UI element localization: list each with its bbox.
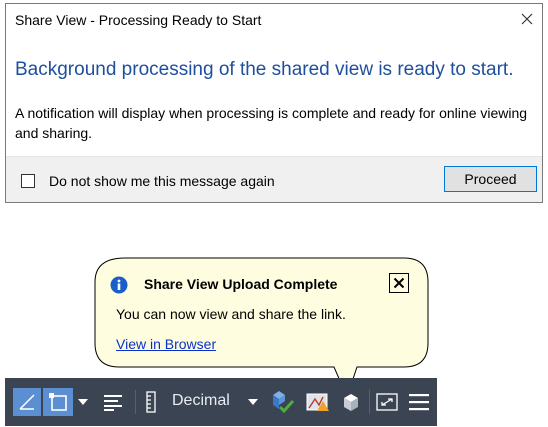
chevron-down-icon[interactable] xyxy=(75,388,91,416)
ortho-icon[interactable] xyxy=(13,388,41,416)
quick-properties-icon[interactable] xyxy=(267,388,297,416)
balloon-message: You can now view and share the link. xyxy=(116,306,346,322)
chevron-down-icon[interactable] xyxy=(245,388,261,416)
view-in-browser-link[interactable]: View in Browser xyxy=(116,336,216,352)
menu-icon[interactable] xyxy=(405,388,433,416)
status-separator xyxy=(369,390,370,414)
info-icon xyxy=(110,276,128,294)
fullscreen-icon[interactable] xyxy=(373,388,401,416)
annotation-monitor-icon[interactable] xyxy=(303,388,333,416)
status-bar: Decimal xyxy=(5,378,437,426)
lineweight-icon[interactable] xyxy=(99,388,127,416)
ruler-icon[interactable] xyxy=(141,388,161,416)
status-separator xyxy=(135,390,136,414)
close-icon[interactable] xyxy=(389,273,409,293)
balloon-title: Share View Upload Complete xyxy=(144,276,338,292)
selection-cycling-icon[interactable] xyxy=(43,388,73,416)
share-view-icon[interactable] xyxy=(337,388,365,416)
notification-balloon xyxy=(94,257,429,399)
units-label[interactable]: Decimal xyxy=(172,392,230,410)
